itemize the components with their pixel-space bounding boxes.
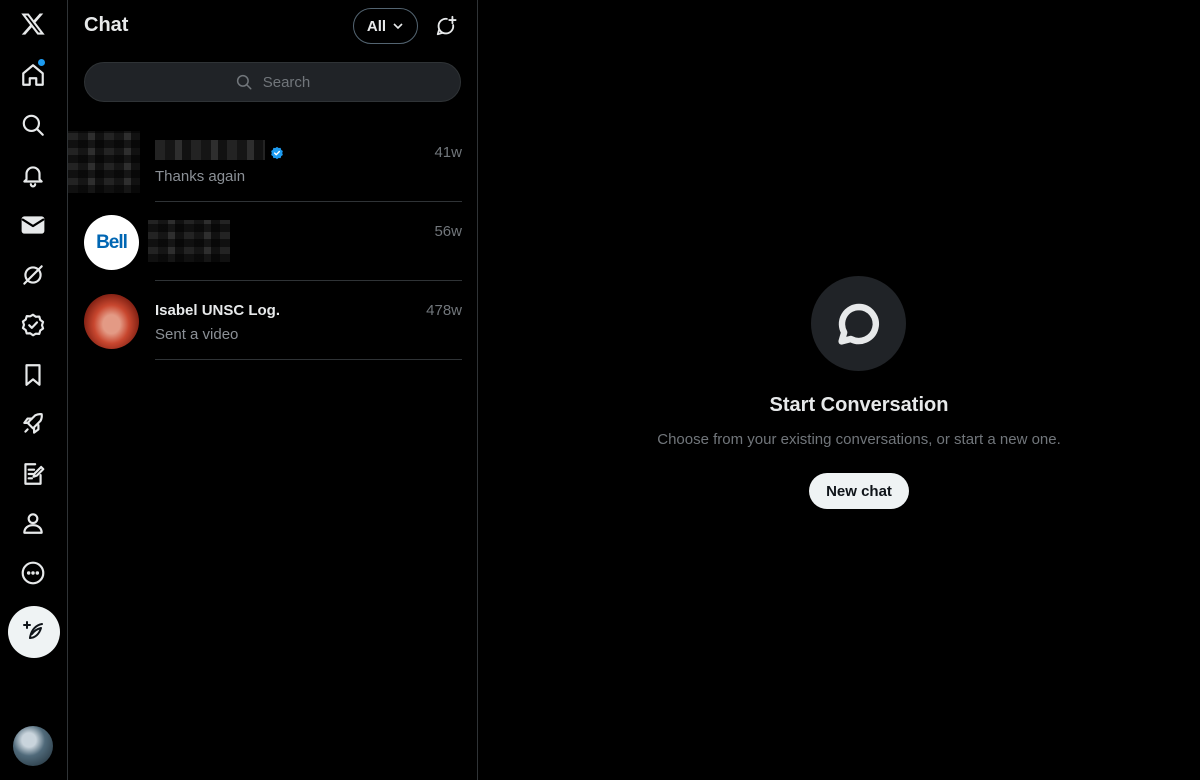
chevron-down-icon xyxy=(393,23,403,30)
divider xyxy=(155,359,462,360)
search-input[interactable]: Search xyxy=(84,62,461,102)
new-chat-button[interactable]: New chat xyxy=(809,473,909,509)
filter-dropdown[interactable]: All xyxy=(353,8,418,44)
conversation-preview: Sent a video xyxy=(155,326,239,343)
chat-list-panel: Chat All Search Thanks again 41w Bell 56… xyxy=(68,0,478,780)
home-notification-dot xyxy=(38,59,45,66)
messages-icon[interactable] xyxy=(9,201,57,249)
bookmark-icon[interactable] xyxy=(9,351,57,399)
search-icon xyxy=(236,74,252,90)
conversation-item[interactable]: Thanks again 41w xyxy=(68,123,478,202)
new-message-icon xyxy=(436,15,457,36)
articles-icon[interactable] xyxy=(9,450,57,498)
search-placeholder: Search xyxy=(262,73,311,91)
conversation-item[interactable]: Bell 56w xyxy=(68,202,478,281)
x-logo-icon[interactable] xyxy=(9,0,57,48)
conversation-time: 56w xyxy=(434,223,462,240)
page-title: Chat xyxy=(84,14,129,36)
filter-label: All xyxy=(366,17,387,35)
conversation-item[interactable]: Isabel UNSC Log. Sent a video 478w xyxy=(68,281,478,360)
conversation-time: 41w xyxy=(434,144,462,161)
profile-icon[interactable] xyxy=(9,499,57,547)
notifications-icon[interactable] xyxy=(9,151,57,199)
grok-icon[interactable] xyxy=(9,251,57,299)
empty-state-title: Start Conversation xyxy=(769,394,949,416)
conversation-avatar: Bell xyxy=(84,215,139,270)
pixelation-overlay xyxy=(148,220,230,262)
conversation-time: 478w xyxy=(426,302,462,319)
verified-badge-icon xyxy=(271,146,283,160)
conversation-name: Isabel UNSC Log. xyxy=(155,302,281,319)
avatar-photo xyxy=(84,294,139,349)
compose-post-button[interactable] xyxy=(8,606,60,658)
new-message-button[interactable] xyxy=(428,8,464,44)
more-icon[interactable] xyxy=(9,549,57,597)
conversation-avatar xyxy=(84,294,139,349)
conversation-preview: Thanks again xyxy=(155,168,246,185)
search-icon[interactable] xyxy=(9,101,57,149)
feather-plus-icon xyxy=(23,621,43,639)
account-avatar[interactable] xyxy=(13,726,53,766)
chat-bubble-icon xyxy=(811,276,906,371)
verified-icon[interactable] xyxy=(9,301,57,349)
bell-logo: Bell xyxy=(84,215,139,270)
home-icon[interactable] xyxy=(9,51,57,99)
conversation-pane: Start Conversation Choose from your exis… xyxy=(478,0,1200,780)
left-navigation-rail xyxy=(0,0,68,780)
rocket-icon[interactable] xyxy=(9,400,57,448)
pixelation-overlay xyxy=(68,131,140,193)
blurred-name xyxy=(155,140,265,160)
empty-state-subtitle: Choose from your existing conversations,… xyxy=(657,431,1061,448)
